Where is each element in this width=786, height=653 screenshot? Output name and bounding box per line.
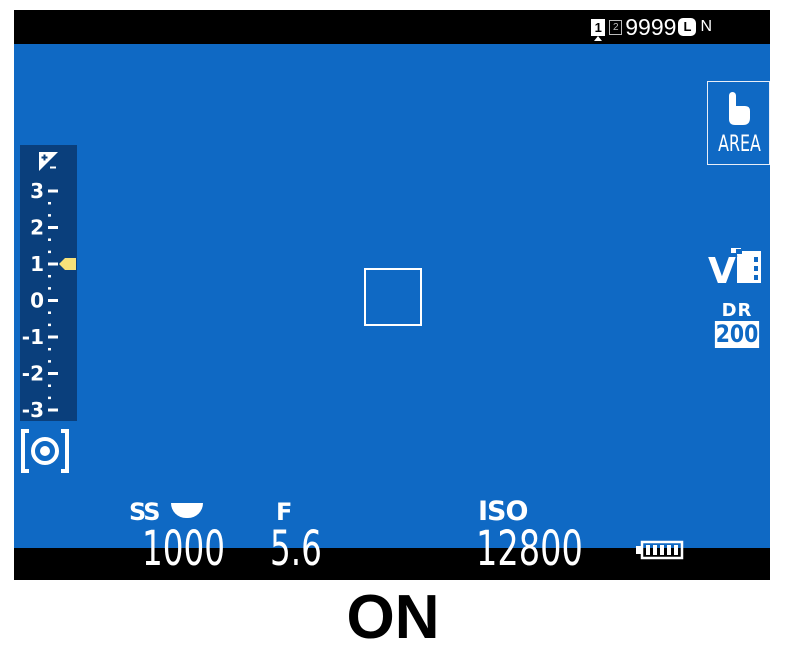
scale-minor-tick	[48, 238, 51, 241]
card-slot-1-icon: 1	[591, 18, 606, 41]
scale-label: -3	[22, 398, 44, 421]
card-status: 1 2 9999 L N	[591, 13, 712, 41]
battery-cell	[646, 545, 650, 555]
scale-minor-tick	[48, 347, 51, 351]
scale-label: 1	[30, 252, 44, 276]
scale-minor-tick	[48, 323, 51, 327]
scale-label: -2	[22, 362, 44, 386]
exposure-compensation-icon	[39, 152, 58, 171]
scale-label: -1	[22, 325, 44, 349]
iso-value: 12800	[476, 521, 583, 577]
scale-major-tick	[48, 189, 58, 193]
scale-major-tick	[48, 408, 58, 412]
scale-label: 0	[30, 289, 44, 313]
scale-minor-tick	[48, 287, 51, 290]
shutter-dial-icon	[171, 503, 203, 518]
multi-metering-icon	[21, 429, 69, 473]
touch-hand-icon	[729, 92, 750, 125]
exposure-indicator	[59, 258, 76, 270]
mode-caption: ON	[346, 583, 440, 652]
touch-mode-area-button[interactable]: AREA	[707, 81, 770, 165]
scale-major-tick	[48, 299, 58, 302]
scale-major-tick	[48, 262, 58, 266]
scale-minor-tick	[48, 201, 51, 205]
exposure-compensation-scale: 3 2 1 0 -1 -2 -3	[20, 145, 77, 421]
scale-major-tick	[48, 372, 58, 375]
af-frame[interactable]	[364, 268, 422, 326]
dynamic-range-value: 200	[714, 320, 760, 348]
shutter-speed-value: 1000	[142, 521, 226, 577]
film-simulation-label: V	[708, 251, 736, 286]
scale-minor-tick	[48, 360, 51, 363]
scale-minor-tick	[48, 311, 51, 314]
scale-major-tick	[48, 226, 58, 229]
scale-label: 2	[30, 216, 44, 240]
battery-cell	[667, 545, 671, 555]
battery-full-icon	[636, 540, 684, 560]
touch-mode-label: AREA	[718, 132, 761, 157]
scale-minor-tick	[48, 384, 51, 387]
dynamic-range-label: DR	[721, 300, 753, 321]
image-size-icon: L	[678, 18, 697, 36]
scale-minor-tick	[48, 214, 51, 217]
scale-minor-tick	[48, 274, 51, 278]
battery-cell	[653, 545, 657, 555]
viewfinder-screen: 1 2 9999 L N AREA V DR 200 3 2 1 0 -1 -2…	[14, 10, 770, 580]
image-quality: N	[700, 18, 712, 35]
dynamic-range-indicator: DR 200	[711, 300, 763, 348]
card-slot-2-icon: 2	[609, 19, 623, 35]
battery-cell	[660, 545, 664, 555]
scale-minor-tick	[48, 396, 51, 400]
frames-remaining: 9999	[625, 13, 677, 40]
battery-cell	[674, 545, 678, 555]
film-simulation-velvia-icon: V	[707, 248, 761, 286]
scale-label: 3	[30, 179, 44, 203]
aperture-value: 5.6	[270, 521, 322, 577]
scale-major-tick	[48, 335, 58, 339]
scale-minor-tick	[48, 250, 51, 254]
